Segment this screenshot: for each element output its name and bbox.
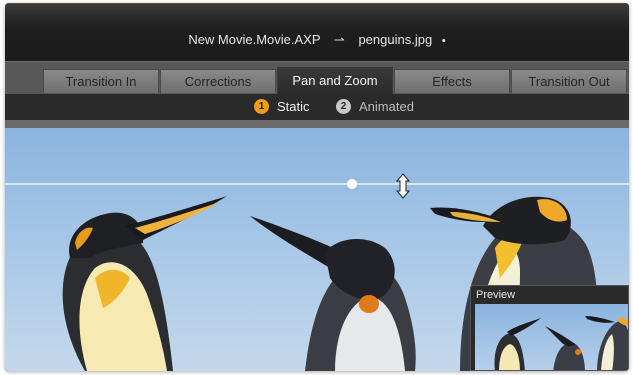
preview-panel: Preview [470,285,629,371]
app-window: New Movie.Movie.AXP ⇀ penguins.jpg • Tra… [5,3,629,371]
resize-cursor-icon [395,173,411,199]
unsaved-indicator: • [441,35,446,47]
file-name: penguins.jpg [358,32,433,47]
tab-effects[interactable]: Effects [394,69,510,93]
tab-bar: Transition In Corrections Pan and Zoom E… [5,61,629,95]
mode-static-option[interactable]: 1 Static [254,98,310,116]
penguin-left [62,196,227,371]
project-name: New Movie.Movie.AXP [188,32,321,47]
pan-handle[interactable] [347,179,357,189]
step-1-badge: 1 [254,99,269,114]
mode-static-label: Static [277,99,310,114]
canvas-border [5,120,629,128]
window-title: New Movie.Movie.AXP ⇀ penguins.jpg • [5,32,629,48]
breadcrumb-arrow-icon: ⇀ [333,32,345,47]
penguin-center [250,216,416,371]
preview-label: Preview [476,289,516,301]
mode-animated-option[interactable]: 2 Animated [336,98,414,116]
tab-corrections[interactable]: Corrections [160,69,276,93]
tab-transition-out[interactable]: Transition Out [511,69,627,93]
preview-thumbnail [475,304,628,370]
tab-transition-in[interactable]: Transition In [43,69,159,93]
mode-selector-bar: 1 Static 2 Animated [5,94,629,120]
tab-pan-and-zoom[interactable]: Pan and Zoom [277,67,393,95]
title-bar: New Movie.Movie.AXP ⇀ penguins.jpg • [5,3,629,62]
step-2-badge: 2 [336,99,351,114]
mode-animated-label: Animated [359,99,414,114]
